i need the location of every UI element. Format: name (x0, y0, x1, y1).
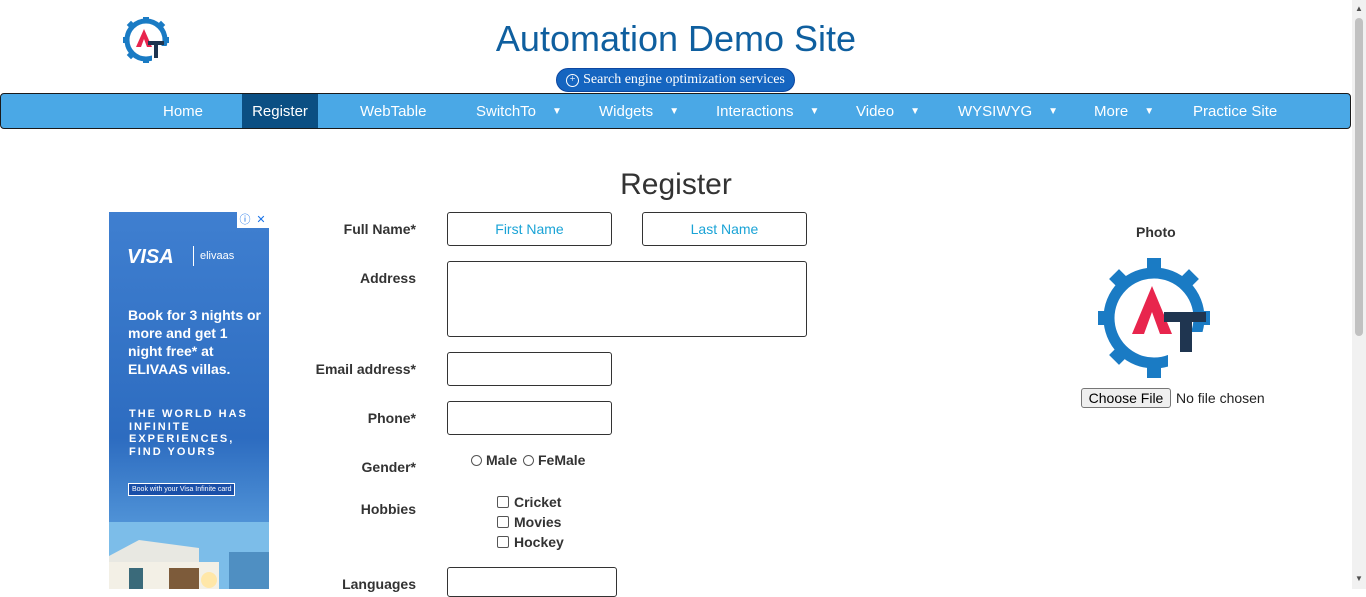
main-navbar: Home Register WebTable SwitchTo ▼ Widget… (0, 93, 1351, 129)
checkbox-label: Movies (514, 514, 562, 530)
nav-label: WYSIWYG (958, 102, 1033, 120)
nav-item-wysiwyg[interactable]: WYSIWYG ▼ (958, 94, 1058, 128)
photo-label: Photo (1136, 224, 1176, 240)
scroll-up-arrow-icon[interactable]: ▲ (1355, 4, 1363, 13)
nav-item-register[interactable]: Register (242, 94, 318, 128)
languages-multiselect[interactable] (447, 567, 617, 597)
seo-services-label: Search engine optimization services (583, 72, 785, 87)
checkbox-label: Hockey (514, 534, 564, 550)
address-textarea[interactable] (447, 261, 807, 337)
radio-label: FeMale (538, 452, 586, 468)
checkbox-icon[interactable] (497, 496, 509, 508)
profile-photo-logo (1098, 258, 1214, 378)
nav-label: More (1094, 102, 1129, 120)
page-title: Register (620, 168, 732, 201)
villa-image (109, 522, 269, 589)
chevron-down-icon: ▼ (1048, 105, 1059, 117)
hobby-movies-checkbox[interactable]: Movies (497, 514, 561, 530)
nav-label: Widgets (599, 102, 654, 120)
gender-female-radio[interactable]: FeMale (523, 452, 585, 468)
nav-item-webtable[interactable]: WebTable (360, 94, 426, 128)
checkbox-label: Cricket (514, 494, 562, 510)
advertisement-banner[interactable]: ⓘ ✕ VISA elivaas Book for 3 nights or mo… (109, 212, 269, 589)
radio-label: Male (486, 452, 518, 468)
first-name-field[interactable]: First Name (447, 212, 612, 246)
info-icon[interactable]: ⓘ (237, 212, 253, 228)
chevron-down-icon: ▼ (669, 105, 680, 117)
gender-label: Gender* (361, 459, 416, 475)
ad-controls[interactable]: ⓘ ✕ (237, 212, 269, 228)
address-label: Address (359, 270, 416, 286)
ad-partner-brand: elivaas (193, 246, 234, 266)
radio-circle-icon[interactable] (471, 454, 482, 466)
nav-label: Interactions (716, 102, 794, 120)
seo-services-button[interactable]: + Search engine optimization services (556, 68, 795, 92)
nav-label: SwitchTo (476, 102, 537, 120)
checkbox-icon[interactable] (497, 536, 509, 548)
plus-circle-icon: + (566, 73, 580, 87)
choose-file-button[interactable]: Choose File (1081, 388, 1171, 408)
ad-tagline: THE WORLD HAS INFINITE EXPERIENCES, FIND… (129, 408, 248, 458)
email-label: Email address* (315, 361, 416, 377)
nav-item-interactions[interactable]: Interactions ▼ (716, 94, 819, 128)
last-name-field[interactable]: Last Name (642, 212, 807, 246)
nav-label: Home (163, 102, 204, 120)
site-title: Automation Demo Site (495, 18, 857, 59)
gender-male-radio[interactable]: Male (471, 452, 517, 468)
close-icon[interactable]: ✕ (253, 212, 269, 228)
full-name-label: Full Name* (343, 221, 416, 237)
hobbies-label: Hobbies (360, 501, 416, 517)
scroll-down-arrow-icon[interactable]: ▼ (1355, 574, 1363, 583)
nav-label: WebTable (360, 102, 427, 120)
ad-cta[interactable]: Book with your Visa Infinite card (128, 483, 236, 496)
chevron-down-icon: ▼ (809, 105, 820, 117)
nav-item-practice-site[interactable]: Practice Site (1193, 94, 1277, 128)
nav-item-widgets[interactable]: Widgets ▼ (599, 94, 679, 128)
email-field[interactable] (447, 352, 612, 386)
ad-headline: Book for 3 nights or more and get 1 nigh… (128, 307, 261, 377)
nav-item-switchto[interactable]: SwitchTo ▼ (476, 94, 562, 128)
chevron-down-icon: ▼ (1144, 105, 1155, 117)
hobby-cricket-checkbox[interactable]: Cricket (497, 494, 561, 510)
scroll-thumb[interactable] (1355, 18, 1363, 336)
languages-label: Languages (342, 576, 416, 592)
chevron-down-icon: ▼ (910, 105, 920, 117)
nav-item-more[interactable]: More ▼ (1094, 94, 1154, 128)
nav-label: Register (252, 102, 308, 120)
phone-field[interactable] (447, 401, 612, 435)
nav-item-home[interactable]: Home (163, 94, 203, 128)
page-scrollbar[interactable]: ▲ ▼ (1352, 0, 1366, 589)
chevron-down-icon: ▼ (552, 105, 562, 117)
checkbox-icon[interactable] (497, 516, 509, 528)
no-file-text: No file chosen (1176, 390, 1265, 406)
phone-label: Phone* (367, 410, 416, 426)
radio-circle-icon[interactable] (523, 454, 534, 466)
nav-label: Video (856, 102, 895, 120)
nav-label: Practice Site (1193, 102, 1278, 120)
ad-brand: VISA (127, 246, 174, 268)
nav-item-video[interactable]: Video ▼ (856, 94, 920, 128)
hobby-hockey-checkbox[interactable]: Hockey (497, 534, 564, 550)
